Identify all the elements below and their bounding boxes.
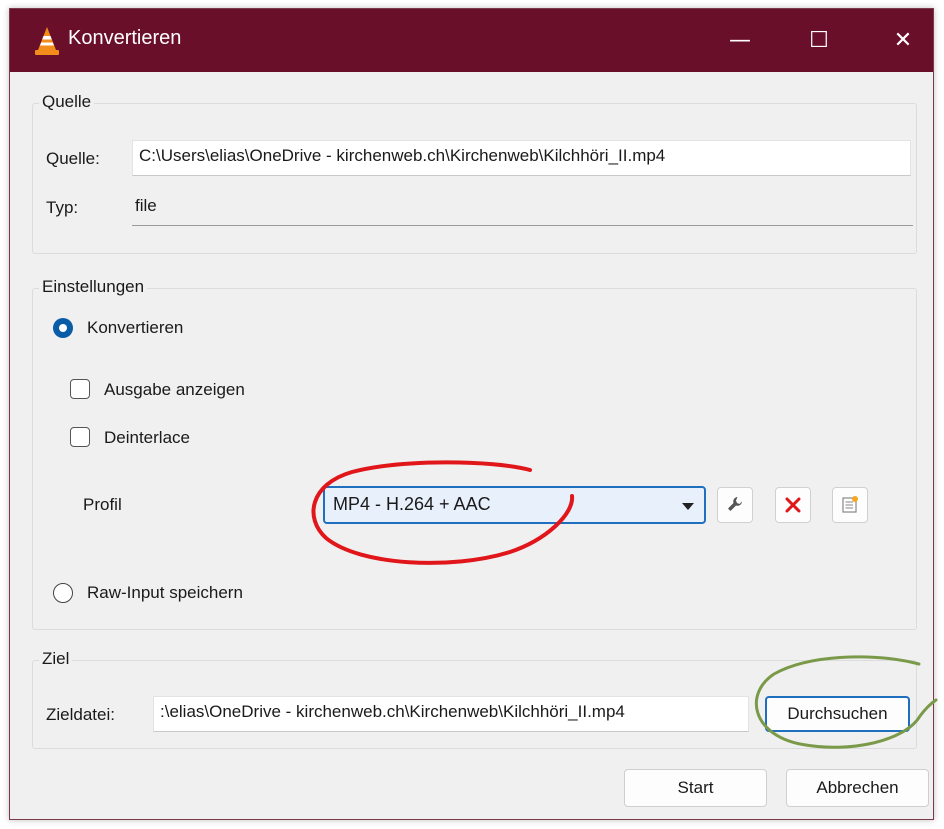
minimize-button[interactable]: — (710, 9, 770, 72)
cancel-button[interactable]: Abbrechen (786, 769, 929, 807)
destination-file-label: Zieldatei: (46, 705, 115, 724)
raw-input-label: Raw-Input speichern (87, 583, 243, 602)
new-profile-button[interactable] (832, 487, 868, 523)
source-divider (132, 225, 913, 226)
destination-file-field[interactable]: :\elias\OneDrive - kirchenweb.ch\Kirchen… (153, 696, 749, 732)
source-label: Quelle: (46, 149, 100, 168)
convert-radio-label: Konvertieren (87, 318, 184, 337)
profile-select-value: MP4 - H.264 + AAC (333, 494, 491, 514)
deinterlace-label: Deinterlace (104, 428, 190, 447)
edit-profile-button[interactable] (717, 487, 753, 523)
chevron-down-icon (682, 503, 694, 510)
vlc-cone-icon (35, 27, 59, 55)
maximize-button[interactable]: ☐ (789, 9, 849, 72)
show-output-label: Ausgabe anzeigen (104, 380, 245, 399)
type-value: file (135, 196, 157, 215)
show-output-checkbox[interactable] (70, 379, 90, 399)
settings-group (32, 288, 917, 630)
start-button[interactable]: Start (624, 769, 767, 807)
source-path-field[interactable]: C:\Users\elias\OneDrive - kirchenweb.ch\… (132, 140, 911, 176)
browse-button[interactable]: Durchsuchen (765, 696, 910, 732)
red-x-icon (785, 497, 801, 513)
window-title: Konvertieren (68, 27, 182, 49)
profile-select[interactable]: MP4 - H.264 + AAC (323, 486, 706, 524)
delete-profile-button[interactable] (775, 487, 811, 523)
close-button[interactable]: ✕ (873, 9, 933, 72)
new-profile-icon (842, 496, 858, 513)
type-label: Typ: (46, 198, 79, 217)
deinterlace-checkbox[interactable] (70, 427, 90, 447)
wrench-icon (728, 497, 742, 511)
profile-label: Profil (83, 495, 122, 514)
source-group-label: Quelle (39, 92, 95, 112)
destination-group-label: Ziel (39, 649, 73, 669)
convert-dialog: Konvertieren — ☐ ✕ Quelle Quelle: C:\Use… (9, 8, 934, 820)
raw-input-radio[interactable] (53, 583, 73, 603)
title-bar: Konvertieren — ☐ ✕ (10, 9, 933, 72)
settings-group-label: Einstellungen (39, 277, 148, 297)
source-group (32, 103, 917, 254)
convert-radio[interactable] (53, 318, 73, 338)
